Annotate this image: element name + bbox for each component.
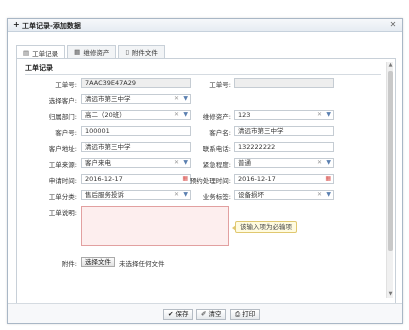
chevron-down-icon[interactable]: ▼ bbox=[326, 111, 331, 119]
description-textarea[interactable] bbox=[81, 206, 229, 246]
field-value: 7AAC39E47A29 bbox=[85, 79, 137, 87]
business-select[interactable]: 设备损坏 ✕ ▼ bbox=[234, 190, 334, 200]
tab-label: 维修资产 bbox=[83, 49, 110, 57]
file-icon: ▯ bbox=[125, 48, 129, 56]
field-value: 2016-12-17 bbox=[85, 175, 123, 183]
scroll-up-icon[interactable]: ▲ bbox=[387, 62, 394, 69]
field-value: 清远市第三中学 bbox=[85, 95, 131, 103]
field-value: 123 bbox=[238, 111, 251, 119]
planned-time-label: 预约处理时间: bbox=[189, 177, 231, 185]
business-label: 业务标签: bbox=[202, 193, 231, 201]
section-title: 工单记录 bbox=[25, 64, 53, 72]
customer-addr-label: 客户地址: bbox=[48, 145, 77, 153]
field-value: 高二（20班） bbox=[85, 111, 126, 119]
source-label: 工单来源: bbox=[48, 161, 77, 169]
add-work-order-dialog: + 工单记录-添加数据 ✕ ▤ 工单记录 ▦ 维修资产 ▯ 附件文件 工单记录 … bbox=[7, 18, 403, 324]
scrollbar-thumb[interactable] bbox=[388, 71, 393, 251]
field-value: 设备损坏 bbox=[238, 191, 264, 199]
asset-label: 维修资产: bbox=[202, 113, 231, 121]
field-value: 售后服务投诉 bbox=[85, 191, 124, 199]
dialog-title: 工单记录-添加数据 bbox=[22, 22, 81, 30]
customer-select[interactable]: 清远市第三中学 ✕ ▼ bbox=[81, 94, 191, 104]
urgency-select[interactable]: 普通 ✕ ▼ bbox=[234, 158, 334, 168]
list-icon: ▤ bbox=[23, 48, 30, 57]
section-divider bbox=[25, 74, 381, 75]
attachment-label: 附件: bbox=[61, 260, 77, 268]
dialog-footer: ✔ 保存 ✐ 清空 ⎙ 打印 bbox=[8, 303, 402, 323]
vertical-scrollbar[interactable]: ▲ ▼ bbox=[386, 62, 393, 298]
asset-select[interactable]: 123 ✕ ▼ bbox=[234, 110, 334, 120]
file-status: 未选择任何文件 bbox=[119, 260, 165, 268]
print-button[interactable]: ⎙ 打印 bbox=[230, 309, 261, 320]
customer-select-label: 选择客户: bbox=[48, 97, 77, 105]
tab-label: 附件文件 bbox=[131, 49, 158, 57]
tab-attachments[interactable]: ▯ 附件文件 bbox=[118, 45, 165, 58]
customer-no-label: 客户号: bbox=[55, 129, 77, 137]
clear-icon[interactable]: ✕ bbox=[317, 111, 322, 119]
scroll-down-icon[interactable]: ▼ bbox=[387, 291, 394, 298]
field-value: 2016-12-17 bbox=[238, 175, 276, 183]
form-panel: 工单记录 工单号: 7AAC39E47A29 工单号: 选择客户: 清远市第三中… bbox=[16, 58, 396, 304]
table-icon: ▦ bbox=[74, 48, 81, 56]
chevron-down-icon[interactable]: ▼ bbox=[183, 95, 188, 103]
choose-file-button[interactable]: 选择文件 bbox=[81, 257, 115, 267]
category-label: 工单分类: bbox=[48, 193, 77, 201]
chevron-down-icon[interactable]: ▼ bbox=[326, 191, 331, 199]
check-icon: ✔ bbox=[168, 310, 174, 318]
work-order-no-label: 工单号: bbox=[55, 81, 77, 89]
field-value: 清远市第三中学 bbox=[85, 143, 131, 151]
close-icon[interactable]: ✕ bbox=[388, 20, 398, 30]
clear-label: 清空 bbox=[208, 310, 222, 318]
urgency-label: 紧急程度: bbox=[202, 161, 231, 169]
tab-label: 工单记录 bbox=[32, 49, 59, 58]
dept-label: 归属部门: bbox=[48, 113, 77, 121]
contact-phone-label: 联系电话: bbox=[202, 145, 231, 153]
save-label: 保存 bbox=[175, 310, 189, 318]
clear-icon[interactable]: ✕ bbox=[317, 191, 322, 199]
customer-name-field[interactable]: 清远市第三中学 bbox=[234, 126, 334, 136]
description-label: 工单说明: bbox=[48, 209, 77, 217]
clear-icon[interactable]: ✕ bbox=[174, 95, 179, 103]
dialog-titlebar: + 工单记录-添加数据 ✕ bbox=[8, 19, 402, 32]
field-value: 清远市第三中学 bbox=[238, 127, 284, 135]
tab-work-order-record[interactable]: ▤ 工单记录 bbox=[16, 45, 66, 59]
work-order-no2-field[interactable] bbox=[234, 78, 334, 88]
tab-bar: ▤ 工单记录 ▦ 维修资产 ▯ 附件文件 bbox=[16, 45, 167, 59]
save-button[interactable]: ✔ 保存 bbox=[163, 309, 194, 320]
calendar-icon[interactable]: ▦ bbox=[325, 175, 331, 183]
customer-name-label: 客户名: bbox=[209, 129, 231, 137]
clear-icon[interactable]: ✕ bbox=[317, 159, 322, 167]
field-value: 100001 bbox=[85, 127, 110, 135]
work-order-no2-label: 工单号: bbox=[209, 81, 231, 89]
contact-phone-field[interactable]: 132222222 bbox=[234, 142, 334, 152]
eraser-icon: ✐ bbox=[201, 310, 207, 318]
required-tooltip: 该输入项为必输项 bbox=[232, 221, 297, 233]
planned-time-field[interactable]: 2016-12-17 ▦ bbox=[234, 174, 334, 184]
field-value: 客户来电 bbox=[85, 159, 111, 167]
printer-icon: ⎙ bbox=[235, 310, 241, 318]
field-value: 132222222 bbox=[238, 143, 276, 151]
field-value: 普通 bbox=[238, 159, 251, 167]
tab-repair-assets[interactable]: ▦ 维修资产 bbox=[67, 45, 117, 58]
clear-button[interactable]: ✐ 清空 bbox=[196, 309, 227, 320]
print-label: 打印 bbox=[242, 310, 256, 318]
chevron-down-icon[interactable]: ▼ bbox=[326, 159, 331, 167]
apply-time-label: 申请时间: bbox=[48, 177, 77, 185]
add-icon: + bbox=[13, 20, 20, 29]
